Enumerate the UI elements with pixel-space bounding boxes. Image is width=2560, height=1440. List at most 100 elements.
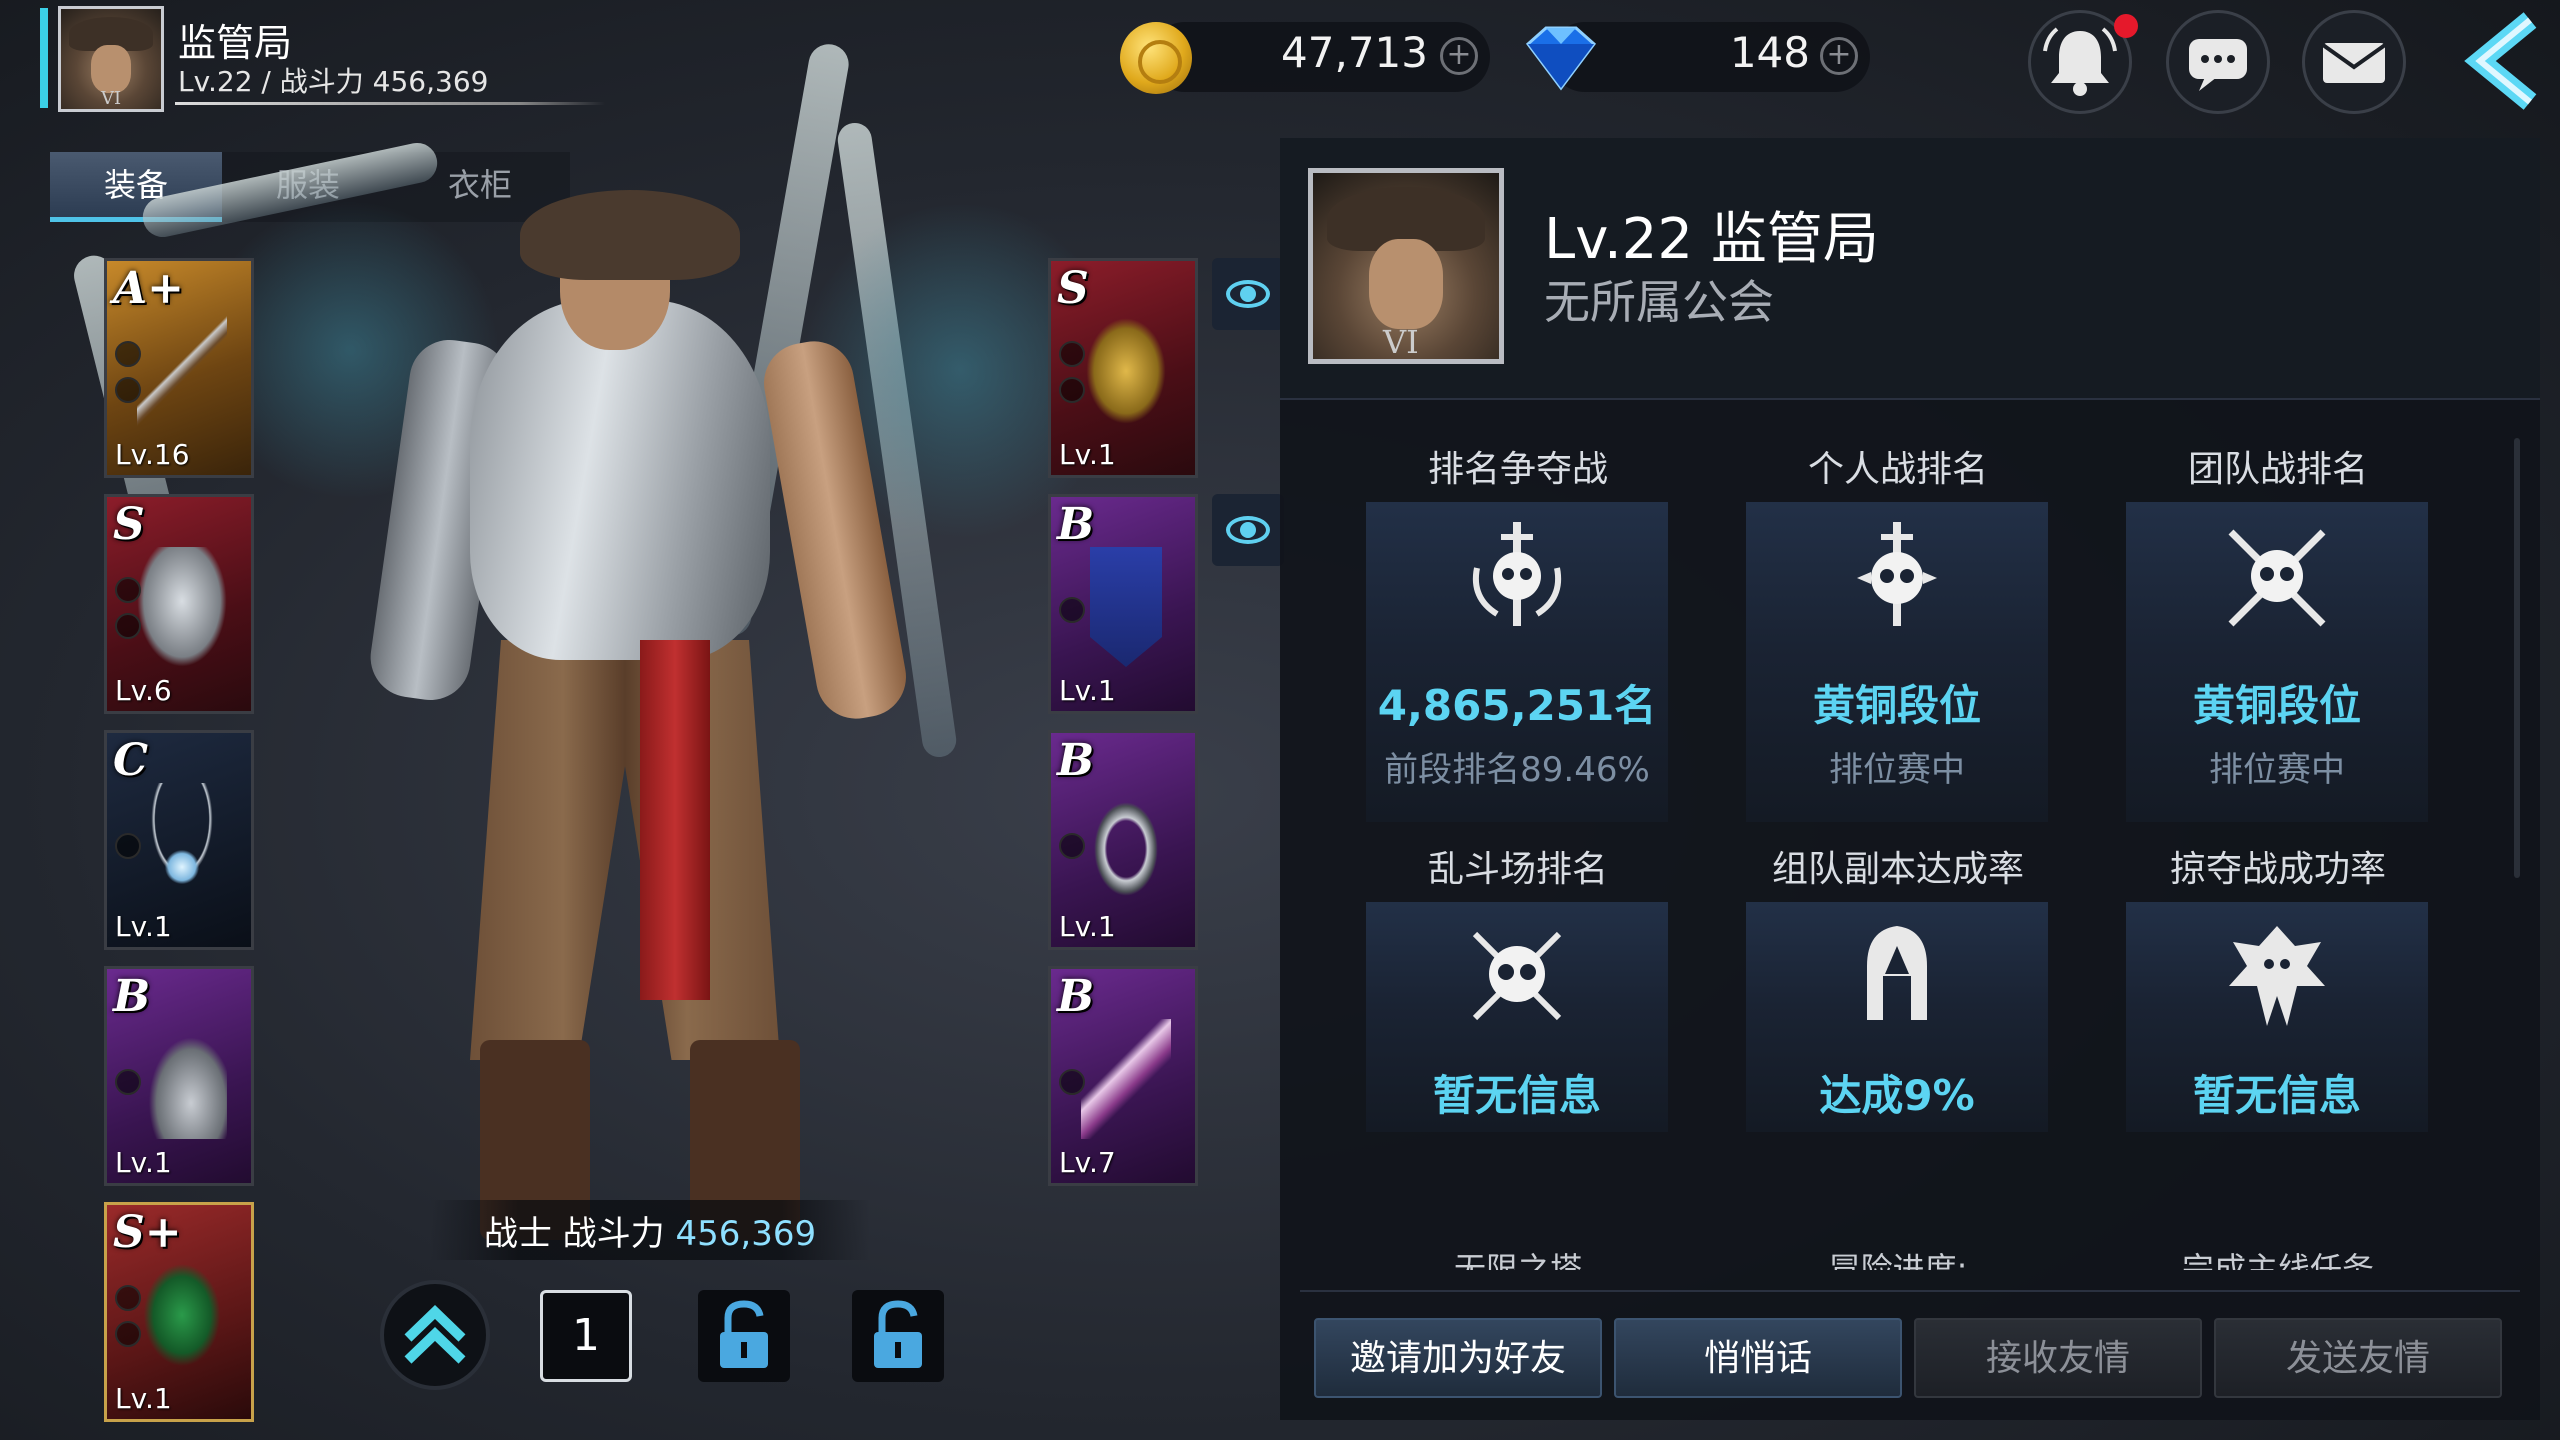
equip-slot-necklace[interactable]: C Lv.1 [104,730,254,950]
item-grade: S [113,499,145,550]
header-divider [175,102,605,105]
skull-sword-laurel-icon [1473,522,1561,626]
stat-card-solo-rank[interactable]: 黄铜段位 排位赛中 [1746,502,2048,822]
item-grade: S+ [113,1207,182,1258]
receive-friendship-button[interactable]: 接收友情 [1914,1318,2202,1398]
item-level: Lv.1 [115,1146,172,1179]
diamond-icon [1525,26,1597,91]
stat-value: 4,865,251名 [1377,681,1657,730]
upgrade-button[interactable] [380,1280,490,1390]
profile-title: Lv.22 监管局 [1544,207,1879,272]
gem-amount: 148 [1729,28,1810,77]
item-grade: S [1057,263,1089,314]
preset-1-button[interactable]: 1 [540,1290,632,1382]
equip-slot-ring[interactable]: B Lv.1 [1048,730,1198,950]
item-level: Lv.1 [115,1382,172,1415]
item-level: Lv.1 [1059,674,1116,707]
unlock-icon [874,1300,922,1368]
item-level: Lv.1 [1059,910,1116,943]
toggle-cape-visibility-button[interactable] [1212,494,1284,566]
stat-card-ranking-battle[interactable]: 4,865,251名 前段排名89.46% [1366,502,1668,822]
skull-crossed-swords-icon [2228,529,2326,627]
stat-card-raid-success[interactable]: 暂无信息 [2126,902,2428,1132]
stat-card-team-rank[interactable]: 黄铜段位 排位赛中 [2126,502,2428,822]
item-grade: C [113,735,149,786]
item-level: Lv.1 [115,910,172,943]
stat-title-clipped: 无限之塔 [1453,1250,1582,1270]
stat-title: 乱斗场排名 [1427,849,1608,890]
stat-title-clipped: 冒险进度: [1828,1250,1968,1270]
chat-button[interactable] [2166,10,2270,114]
stat-title: 掠夺战成功率 [2169,849,2386,890]
character-hat [520,190,740,280]
class-power-text: 战士 战斗力 456,369 [430,1206,870,1255]
stat-title-clipped: 完成主线任务 [2181,1250,2374,1270]
item-grade: B [1057,735,1095,786]
stat-sub: 排位赛中 [1829,750,1965,790]
header-accent-bar [40,8,48,108]
whisper-button[interactable]: 悄悄话 [1614,1318,1902,1398]
equip-slot-belt[interactable]: S+ Lv.1 [104,1202,254,1422]
gold-amount: 47,713 [1281,28,1428,77]
double-chevron-up-icon [404,1305,466,1364]
eye-icon [1226,516,1270,544]
player-level-power: Lv.22 / 战斗力 456,369 [178,65,489,98]
notification-dot [2114,14,2138,38]
stat-value: 达成9% [1819,1071,1975,1120]
equip-slot-earring[interactable]: B Lv.1 [104,966,254,1186]
add-gem-button[interactable]: + [1820,37,1858,75]
equip-slot-helmet[interactable]: S Lv.1 [1048,258,1198,478]
equip-slot-armor[interactable]: S Lv.6 [104,494,254,714]
class-power-value: 456,369 [675,1214,817,1254]
mail-button[interactable] [2302,10,2406,114]
stat-value: 暂无信息 [1432,1071,1601,1120]
profile-avatar: VI [1308,168,1504,364]
mail-icon [2321,43,2387,83]
character-sash [640,640,710,1000]
equip-slot-weapon[interactable]: A+ Lv.16 [104,258,254,478]
add-friend-button[interactable]: 邀请加为好友 [1314,1318,1602,1398]
item-level: Lv.7 [1059,1146,1116,1179]
add-gold-button[interactable]: + [1440,37,1478,75]
preset-3-locked-button[interactable] [852,1290,944,1382]
chat-icon [2189,39,2247,91]
stat-card-brawl-rank[interactable]: 暂无信息 [1366,902,1668,1132]
stat-value: 黄铜段位 [2192,681,2361,730]
stat-sub: 前段排名89.46% [1384,750,1650,790]
item-grade: B [1057,499,1095,550]
stat-value: 黄铜段位 [1812,681,1981,730]
stat-value: 暂无信息 [2192,1071,2361,1120]
preset-2-locked-button[interactable] [698,1290,790,1382]
avatar-tier-badge: VI [101,88,122,109]
equip-slot-cape[interactable]: B Lv.1 [1048,494,1198,714]
stat-card-party-dungeon[interactable]: 达成9% [1746,902,2048,1132]
skull-shield-icon [1472,931,1562,1021]
unlock-icon [720,1300,768,1368]
item-grade: B [1057,971,1095,1022]
character-armor [470,300,770,660]
item-level: Lv.16 [115,438,190,471]
stat-title: 排名争夺战 [1427,449,1608,490]
item-level: Lv.1 [1059,438,1116,471]
player-avatar[interactable]: VI [58,6,164,112]
item-level: Lv.6 [115,674,172,707]
profile-tier-badge: VI [1383,323,1419,361]
stat-sub: 排位赛中 [2209,750,2345,790]
item-grade: A+ [113,263,185,314]
class-label: 战士 战斗力 [483,1214,665,1254]
item-grade: B [113,971,151,1022]
panel-scrollbar[interactable] [2514,438,2520,878]
toggle-helmet-visibility-button[interactable] [1212,258,1284,330]
action-divider [1300,1290,2520,1292]
eye-icon [1226,280,1270,308]
gold-coin-icon [1120,22,1192,94]
stat-title: 组队副本达成率 [1771,849,2024,890]
stat-title: 个人战排名 [1807,449,1988,490]
profile-guild: 无所属公会 [1544,275,1774,329]
send-friendship-button[interactable]: 发送友情 [2214,1318,2502,1398]
equip-slot-talisman[interactable]: B Lv.7 [1048,966,1198,1186]
back-arrow-icon[interactable] [2440,6,2560,116]
player-name: 监管局 [178,21,293,65]
dragon-icon [2229,926,2325,1026]
skull-sword-icon [1857,522,1937,626]
